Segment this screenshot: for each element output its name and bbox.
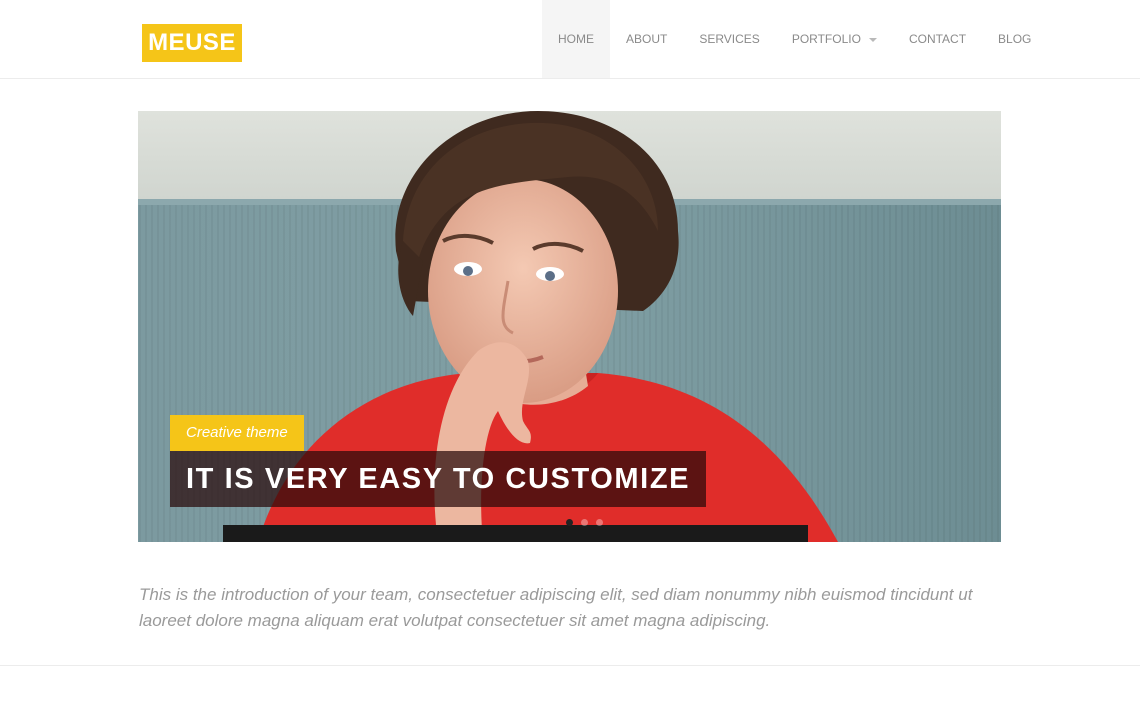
nav-item-portfolio[interactable]: PORTFOLIO: [776, 0, 893, 78]
chevron-down-icon: [868, 37, 877, 42]
hero-tag: Creative theme: [170, 415, 304, 451]
nav-item-home[interactable]: HOME: [542, 0, 610, 78]
nav-item-label: HOME: [558, 32, 594, 46]
nav-item-label: BLOG: [998, 32, 1032, 46]
nav-item-services[interactable]: SERVICES: [683, 0, 775, 78]
nav-item-label: PORTFOLIO: [791, 32, 861, 46]
main-nav: HOME ABOUT SERVICES PORTFOLIO CONTACT BL…: [542, 0, 1047, 78]
nav-item-label: CONTACT: [908, 32, 967, 46]
hero-headline: IT IS VERY EASY TO CUSTOMIZE: [170, 451, 707, 507]
intro-text: This is the introduction of your team, c…: [139, 585, 973, 630]
slider-dots: [566, 519, 603, 526]
slider-dot[interactable]: [566, 519, 573, 526]
section-divider: [0, 665, 1140, 666]
nav-item-label: ABOUT: [626, 32, 668, 46]
hero-slider[interactable]: Creative theme IT IS VERY EASY TO CUSTOM…: [138, 111, 1001, 542]
nav-item-about[interactable]: ABOUT: [610, 0, 683, 78]
nav-item-contact[interactable]: CONTACT: [893, 0, 982, 78]
slider-dot[interactable]: [596, 519, 603, 526]
slider-dot[interactable]: [581, 519, 588, 526]
nav-item-blog[interactable]: BLOG: [982, 0, 1047, 78]
site-logo[interactable]: MEUSE: [142, 24, 242, 62]
site-header: MEUSE HOME ABOUT SERVICES PORTFOLIO CONT…: [0, 0, 1140, 79]
nav-item-label: SERVICES: [699, 32, 760, 46]
